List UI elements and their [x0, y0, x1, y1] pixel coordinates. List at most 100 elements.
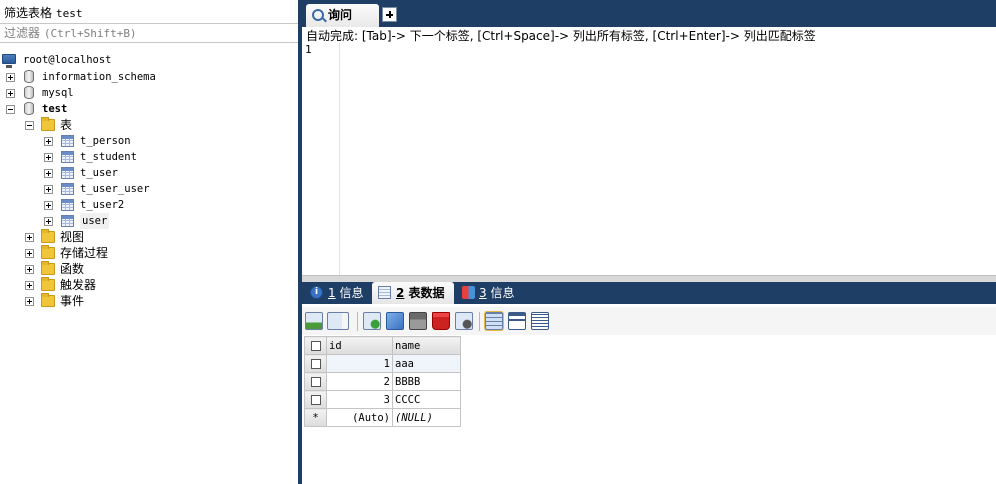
tree-db-label: information_schema [42, 71, 156, 83]
tab-table-data-num: 2 [396, 286, 405, 300]
folder-icon [41, 261, 55, 275]
select-all-cell[interactable] [304, 336, 327, 355]
new-row-marker: * [304, 408, 327, 427]
checkbox-icon[interactable] [310, 358, 321, 369]
filter-header: 筛选表格 test [4, 5, 83, 21]
form-view-icon[interactable] [508, 312, 526, 330]
delete-icon[interactable] [432, 312, 450, 330]
grid-header-row: id name [304, 336, 461, 355]
checkbox-icon[interactable] [310, 340, 321, 351]
tab-query[interactable]: 询问 [306, 4, 379, 27]
expand-icon[interactable] [44, 185, 53, 194]
cell-name[interactable]: aaa [392, 354, 461, 373]
tree-db-label: test [42, 103, 68, 115]
collapse-icon[interactable] [6, 105, 15, 114]
checkbox-icon[interactable] [310, 394, 321, 405]
autocomplete-hint: 自动完成: [Tab]-> 下一个标签, [Ctrl+Space]-> 列出所有… [306, 29, 816, 43]
table-row[interactable]: 3 CCCC [304, 390, 461, 409]
folder-icon [41, 117, 55, 131]
tab-table-data-label: 表数据 [408, 286, 445, 300]
table-icon [61, 151, 74, 163]
table-icon [61, 167, 74, 179]
result-toolbar [302, 307, 996, 335]
expand-icon[interactable] [6, 73, 15, 82]
cell-id[interactable]: 3 [326, 390, 393, 409]
table-icon [61, 183, 74, 195]
query-panel: 询问 自动完成: [Tab]-> 下一个标签, [Ctrl+Space]-> 列… [302, 0, 996, 484]
tree-table-label: t_user2 [80, 199, 125, 211]
table-data-icon [378, 286, 391, 299]
expand-icon[interactable] [44, 169, 53, 178]
query-tab-bar: 询问 [302, 0, 996, 27]
cell-name[interactable]: CCCC [392, 390, 461, 409]
sql-editor[interactable]: 1 [302, 43, 996, 275]
server-icon [2, 54, 16, 68]
tab-messages-num: 3 [479, 286, 487, 300]
new-tab-plus-icon[interactable] [382, 7, 397, 22]
filter-placeholder-shortcut: (Ctrl+Shift+B) [43, 27, 137, 40]
table-icon [61, 199, 74, 211]
collapse-icon[interactable] [25, 121, 34, 130]
tab-table-data[interactable]: 2 表数据 [372, 282, 454, 304]
filter-value: test [56, 7, 83, 20]
line-number: 1 [305, 43, 312, 56]
table-row[interactable]: 1 aaa [304, 354, 461, 373]
cell-name[interactable]: BBBB [392, 372, 461, 391]
grid-view-icon[interactable] [485, 312, 503, 330]
cell-id[interactable]: (Auto) [326, 408, 393, 427]
filter-placeholder-label: 过滤器 [4, 26, 41, 40]
database-icon [24, 70, 34, 83]
tab-messages[interactable]: 3 信息 [458, 282, 522, 304]
tree-folder-label: 函数 [60, 262, 85, 276]
tab-info-label: 信息 [339, 286, 364, 300]
insert-row-icon[interactable] [305, 312, 323, 330]
row-select-cell[interactable] [304, 390, 327, 409]
expand-icon[interactable] [44, 137, 53, 146]
column-header-id[interactable]: id [326, 336, 393, 355]
expand-icon[interactable] [25, 297, 34, 306]
add-row-icon[interactable] [363, 312, 381, 330]
folder-icon [41, 277, 55, 291]
expand-icon[interactable] [25, 265, 34, 274]
duplicate-row-icon[interactable] [386, 312, 404, 330]
expand-icon[interactable] [25, 233, 34, 242]
tree-folder-label: 表 [60, 118, 73, 132]
row-select-cell[interactable] [304, 372, 327, 391]
expand-icon[interactable] [44, 201, 53, 210]
expand-icon[interactable] [6, 89, 15, 98]
messages-icon [462, 286, 475, 299]
tree-folder-label: 事件 [60, 294, 85, 308]
cell-name[interactable]: (NULL) [392, 408, 461, 427]
checkbox-icon[interactable] [310, 376, 321, 387]
tab-info[interactable]: 1 信息 [306, 282, 370, 304]
database-icon [24, 102, 34, 115]
tree-folder-label: 触发器 [60, 278, 97, 292]
cell-id[interactable]: 1 [326, 354, 393, 373]
tree-table-label: t_student [80, 151, 137, 163]
line-number-gutter: 1 [302, 43, 340, 275]
text-view-icon[interactable] [531, 312, 549, 330]
tree-table-label: t_user_user [80, 183, 150, 195]
table-row[interactable]: 2 BBBB [304, 372, 461, 391]
cancel-icon[interactable] [455, 312, 473, 330]
expand-icon[interactable] [25, 249, 34, 258]
row-select-cell[interactable] [304, 354, 327, 373]
expand-icon[interactable] [25, 281, 34, 290]
result-grid: id name 1 aaa 2 BBBB 3 CCCC * (Auto) (NU… [304, 336, 461, 427]
object-browser-panel: 筛选表格 test 过滤器 (Ctrl+Shift+B) root@localho… [0, 0, 298, 484]
database-icon [24, 86, 34, 99]
filter-input[interactable]: 过滤器 (Ctrl+Shift+B) [0, 23, 298, 43]
cell-id[interactable]: 2 [326, 372, 393, 391]
table-icon [61, 215, 74, 227]
column-header-name[interactable]: name [392, 336, 461, 355]
new-row[interactable]: * (Auto) (NULL) [304, 408, 461, 427]
expand-icon[interactable] [44, 217, 53, 226]
tab-messages-label: 信息 [490, 286, 515, 300]
save-icon[interactable] [409, 312, 427, 330]
horizontal-splitter[interactable] [302, 275, 996, 282]
expand-icon[interactable] [44, 153, 53, 162]
import-dropdown-icon[interactable] [327, 312, 349, 330]
query-icon [312, 9, 324, 21]
tree-folder-label: 存储过程 [60, 246, 109, 260]
tree-folder-label: 视图 [60, 230, 85, 244]
